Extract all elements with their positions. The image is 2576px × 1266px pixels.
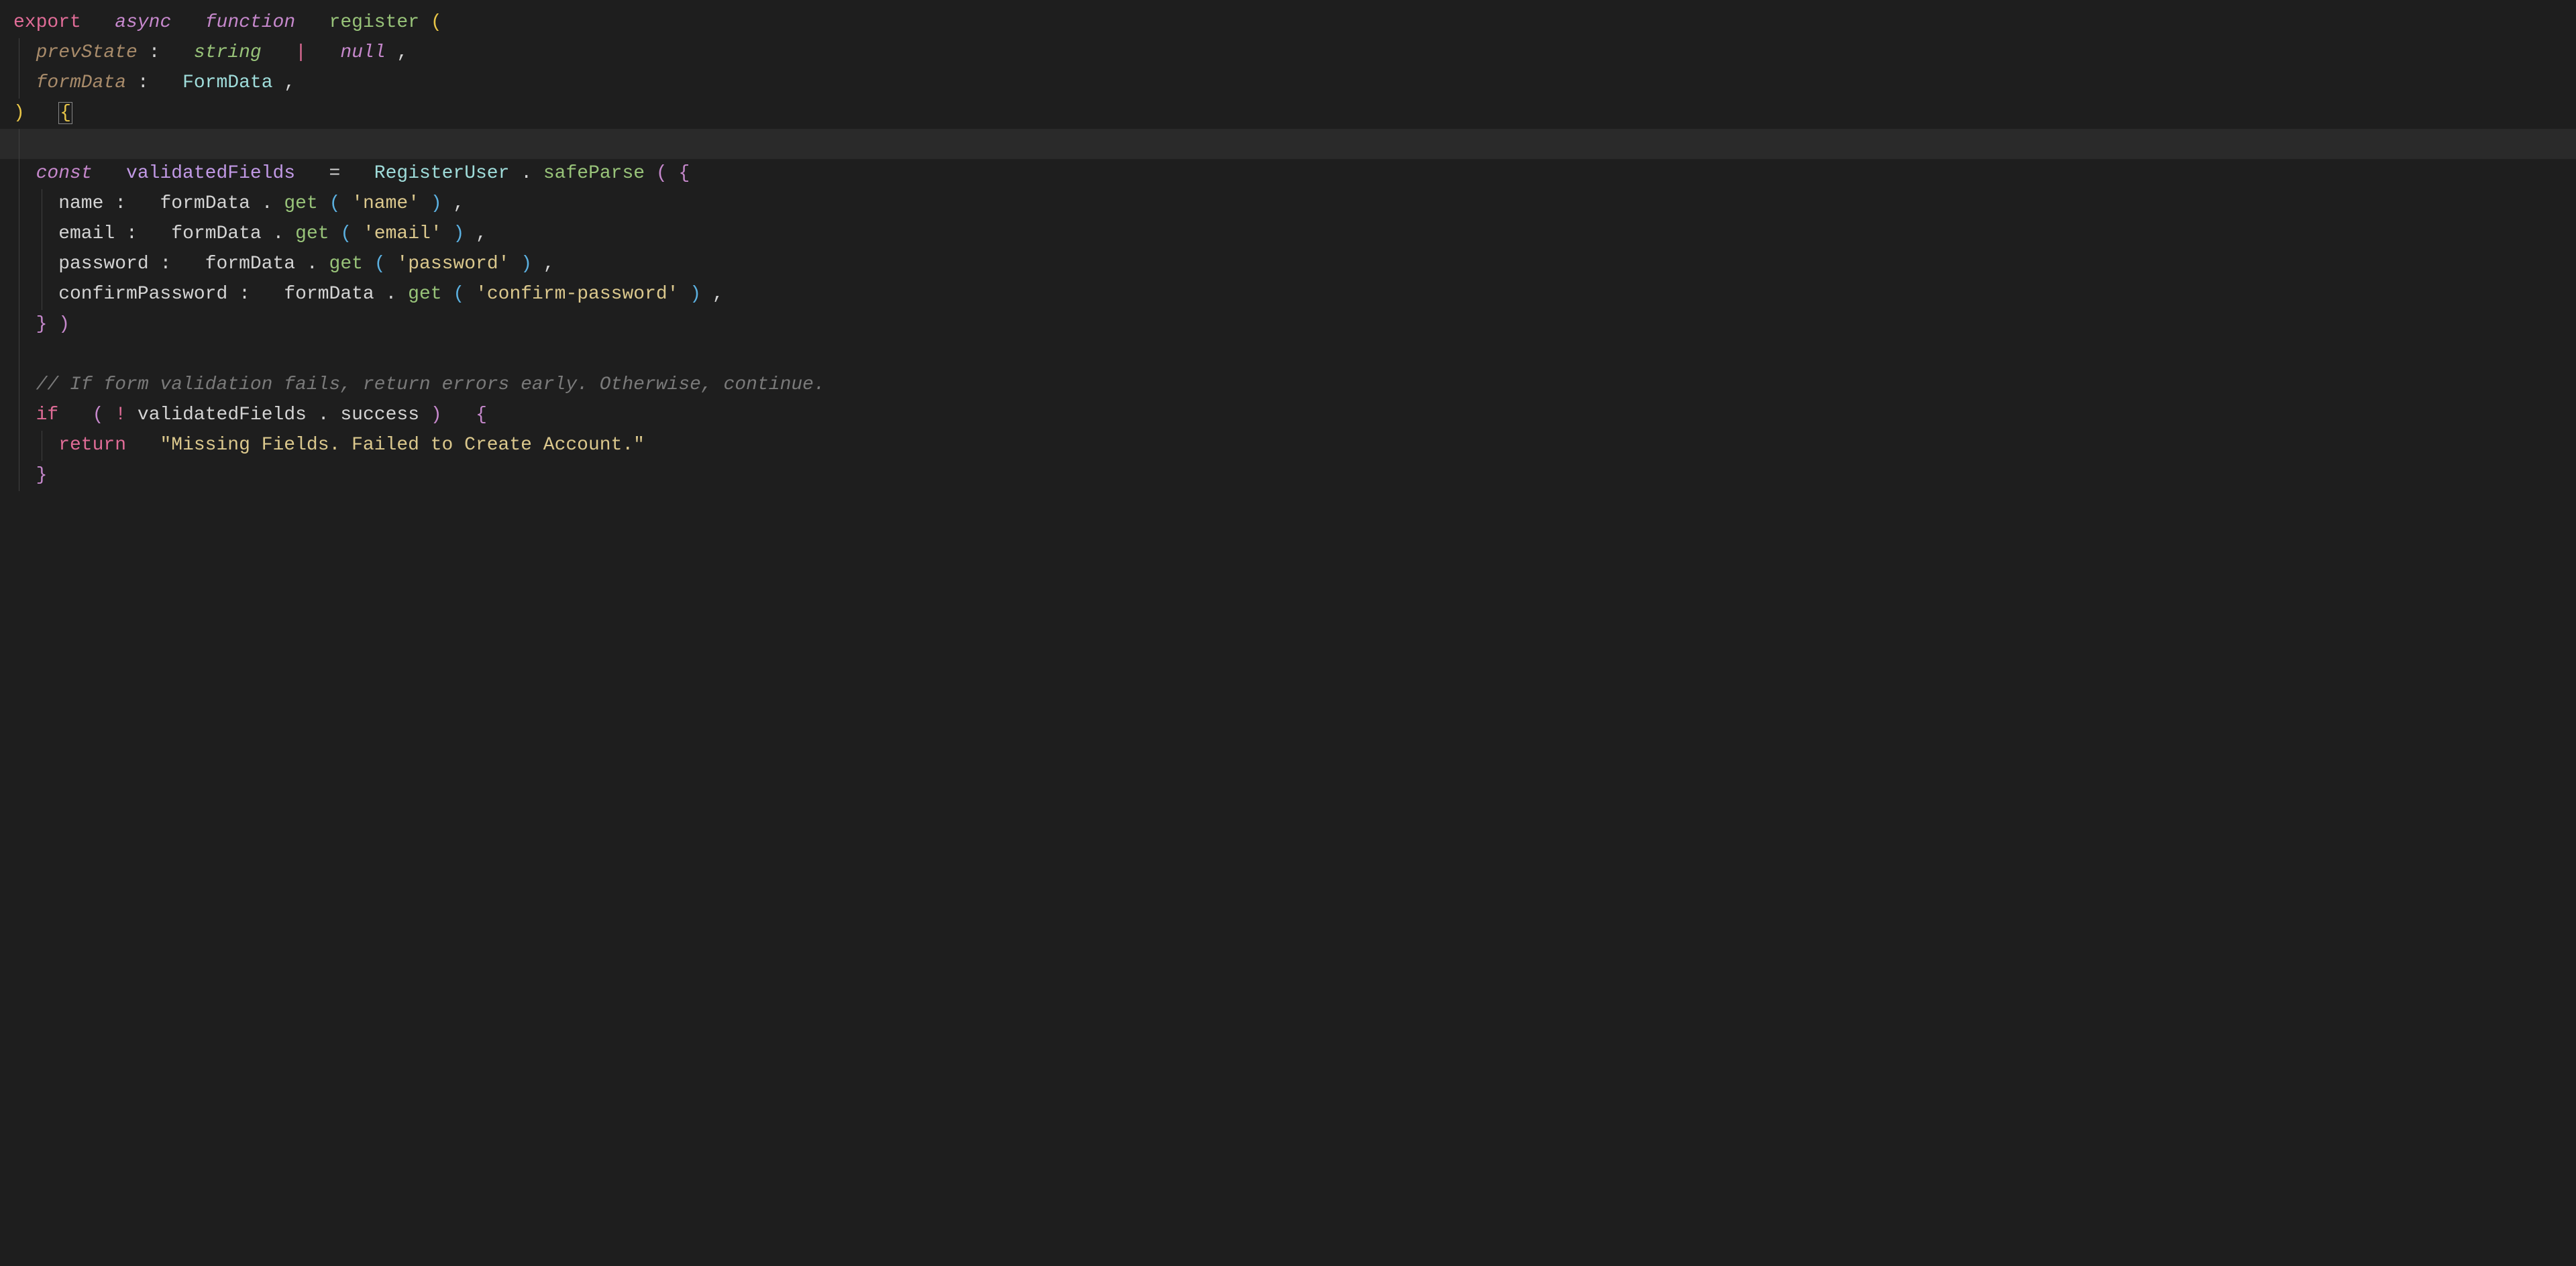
colon: : (126, 223, 138, 244)
not-operator: ! (115, 405, 126, 425)
code-line-blank[interactable] (13, 340, 2563, 370)
code-line[interactable]: formData : FormData , (13, 68, 2563, 99)
property-name: confirmPassword (58, 284, 227, 305)
comma: , (712, 284, 724, 305)
code-line[interactable]: // If form validation fails, return erro… (13, 370, 2563, 401)
brace-close: } (36, 465, 48, 486)
brace-close: } (36, 314, 48, 335)
code-line[interactable]: prevState : string | null , (13, 38, 2563, 68)
dot: . (262, 193, 273, 214)
param-name: prevState (36, 42, 138, 63)
code-line[interactable]: const validatedFields = RegisterUser . s… (13, 159, 2563, 189)
type-string: string (194, 42, 262, 63)
code-line[interactable]: ) { (13, 99, 2563, 129)
paren-close: ) (431, 405, 442, 425)
keyword-function: function (205, 12, 295, 33)
method-name: get (295, 223, 329, 244)
colon: : (239, 284, 250, 305)
code-editor[interactable]: export async function register ( prevSta… (13, 8, 2563, 491)
code-line[interactable]: confirmPassword : formData . get ( 'conf… (13, 280, 2563, 310)
keyword-export: export (13, 12, 81, 33)
code-line[interactable]: return "Missing Fields. Failed to Create… (13, 431, 2563, 461)
code-line[interactable]: if ( ! validatedFields . success ) { (13, 401, 2563, 431)
method-name: get (408, 284, 441, 305)
code-line[interactable]: name : formData . get ( 'name' ) , (13, 189, 2563, 219)
param-name: formData (36, 72, 126, 93)
class-name: RegisterUser (374, 163, 510, 184)
comma: , (396, 42, 408, 63)
variable-ref: validatedFields (138, 405, 307, 425)
brace-open: { (679, 163, 690, 184)
paren-open: ( (93, 405, 104, 425)
dot: . (318, 405, 329, 425)
colon: : (138, 72, 149, 93)
comment: // If form validation fails, return erro… (36, 374, 825, 395)
union-pipe: | (295, 42, 307, 63)
property-name: password (58, 254, 148, 274)
object-ref: formData (205, 254, 295, 274)
paren-open: ( (340, 223, 352, 244)
keyword-async: async (115, 12, 171, 33)
code-line-cursor[interactable] (0, 129, 2576, 159)
brace-open: { (58, 102, 72, 124)
code-line[interactable]: password : formData . get ( 'password' )… (13, 250, 2563, 280)
property-ref: success (340, 405, 419, 425)
string-literal: "Missing Fields. Failed to Create Accoun… (160, 435, 645, 456)
paren-close: ) (453, 223, 464, 244)
function-name: register (329, 12, 419, 33)
string-literal: 'email' (363, 223, 442, 244)
variable: validatedFields (126, 163, 295, 184)
method-name: get (329, 254, 363, 274)
object-ref: formData (284, 284, 374, 305)
colon: : (149, 42, 160, 63)
code-line[interactable]: export async function register ( (13, 8, 2563, 38)
method-name: get (284, 193, 317, 214)
paren-close: ) (13, 103, 25, 123)
paren-open: ( (656, 163, 667, 184)
object-ref: formData (160, 193, 250, 214)
string-literal: 'name' (352, 193, 419, 214)
keyword-if: if (36, 405, 59, 425)
comma: , (476, 223, 487, 244)
keyword-const: const (36, 163, 93, 184)
type-formdata: FormData (182, 72, 272, 93)
method-name: safeParse (543, 163, 645, 184)
string-literal: 'confirm-password' (476, 284, 678, 305)
property-name: name (58, 193, 103, 214)
keyword-return: return (58, 435, 126, 456)
paren-open: ( (431, 12, 442, 33)
paren-open: ( (374, 254, 386, 274)
colon: : (160, 254, 171, 274)
equals: = (329, 163, 341, 184)
code-line[interactable]: } (13, 461, 2563, 491)
dot: . (386, 284, 397, 305)
dot: . (521, 163, 532, 184)
paren-close: ) (431, 193, 442, 214)
code-line[interactable]: } ) (13, 310, 2563, 340)
paren-open: ( (453, 284, 464, 305)
comma: , (284, 72, 295, 93)
colon: : (115, 193, 126, 214)
string-literal: 'password' (396, 254, 509, 274)
paren-close: ) (58, 314, 70, 335)
paren-close: ) (521, 254, 532, 274)
object-ref: formData (171, 223, 261, 244)
paren-close: ) (690, 284, 701, 305)
paren-open: ( (329, 193, 341, 214)
dot: . (273, 223, 284, 244)
brace-open: { (476, 405, 487, 425)
code-line[interactable]: email : formData . get ( 'email' ) , (13, 219, 2563, 250)
dot: . (307, 254, 318, 274)
comma: , (453, 193, 464, 214)
comma: , (543, 254, 555, 274)
type-null: null (340, 42, 385, 63)
property-name: email (58, 223, 115, 244)
